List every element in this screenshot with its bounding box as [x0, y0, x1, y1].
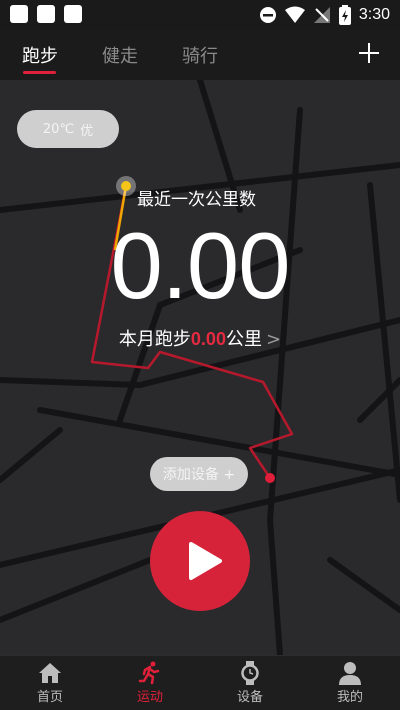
bottom-navigation: 首页 运动 设备 我的 — [0, 655, 400, 710]
monthly-suffix: 公里 — [225, 329, 262, 350]
play-icon — [189, 542, 222, 580]
profile-icon — [339, 662, 361, 685]
recent-distance-label: 最近一次公里数 — [137, 190, 256, 210]
nav-sport[interactable]: 运动 — [100, 656, 200, 710]
nav-home-label: 首页 — [36, 690, 63, 705]
add-icon[interactable] — [356, 40, 382, 66]
distance-value: 0.00 — [110, 213, 291, 318]
air-quality: 优 — [80, 123, 94, 139]
nav-device-label: 设备 — [236, 690, 263, 705]
chevron-right-icon: > — [265, 329, 282, 350]
monthly-prefix: 本月跑步 — [118, 329, 191, 350]
nav-profile-label: 我的 — [336, 690, 363, 705]
monthly-distance-link[interactable]: 本月跑步0.00公里 > — [0, 325, 400, 351]
tab-running[interactable]: 跑步 — [22, 42, 58, 68]
notification-icon — [37, 5, 55, 23]
nav-home[interactable]: 首页 — [0, 656, 100, 710]
notification-icon — [10, 5, 28, 23]
sport-tabs: 跑步 健走 骑行 — [0, 30, 400, 80]
watch-icon — [241, 661, 259, 685]
wifi-icon — [284, 6, 305, 23]
nav-sport-label: 运动 — [136, 690, 163, 705]
monthly-value: 0.00 — [190, 329, 226, 349]
temperature: 20℃ — [42, 121, 75, 137]
clock: 3:30 — [358, 6, 390, 23]
add-device-button[interactable]: 添加设备 + — [150, 457, 248, 491]
start-run-button[interactable] — [150, 511, 250, 611]
weather-badge: 20℃ 优 — [17, 110, 119, 148]
active-tab-indicator — [23, 71, 56, 74]
home-icon — [39, 663, 61, 683]
battery-icon — [338, 5, 351, 25]
signal-icon — [313, 7, 330, 23]
status-bar: 3:30 — [0, 0, 400, 30]
tab-walking[interactable]: 健走 — [102, 42, 138, 68]
notification-icon — [64, 5, 82, 23]
status-icons: 3:30 — [259, 4, 390, 26]
running-icon — [138, 661, 160, 685]
tab-cycling[interactable]: 骑行 — [182, 42, 218, 68]
nav-profile[interactable]: 我的 — [300, 656, 400, 710]
dnd-icon — [259, 7, 276, 23]
nav-device[interactable]: 设备 — [200, 656, 300, 710]
